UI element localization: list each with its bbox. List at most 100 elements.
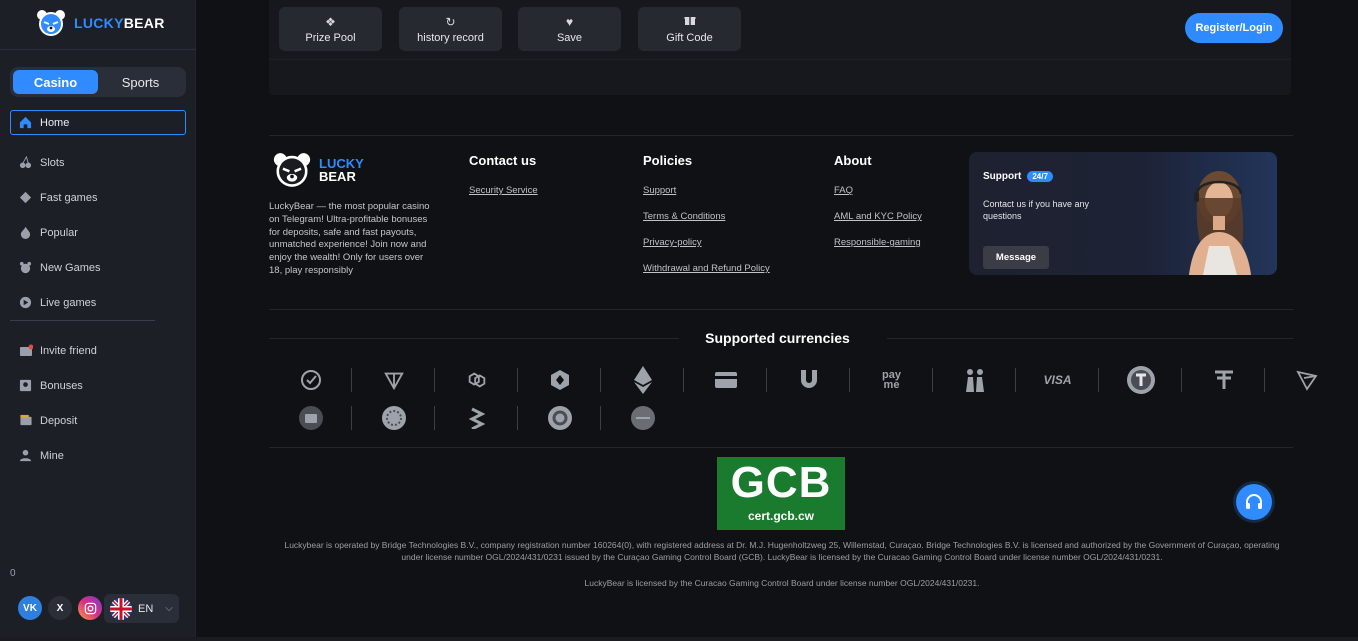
instagram-icon[interactable] — [78, 596, 102, 620]
divider — [0, 49, 196, 50]
support-agent-image — [1189, 171, 1251, 275]
tron-icon — [1265, 365, 1348, 395]
sidebar-item-label: Mine — [40, 449, 64, 462]
language-selector[interactable]: EN ⌵ — [104, 594, 179, 623]
divider — [269, 135, 1293, 136]
top-bar: ❖ Prize Pool ↻ history record ♥ Save Gif… — [269, 0, 1291, 95]
footer-contact-column: Contact us Security Service — [469, 153, 538, 211]
ton-icon — [352, 365, 435, 395]
flower-coin-icon — [352, 403, 435, 433]
invite-icon — [18, 343, 33, 358]
aml-kyc-link[interactable]: AML and KYC Policy — [834, 211, 922, 222]
status-badge: 24/7 — [1027, 171, 1053, 182]
save-button[interactable]: ♥ Save — [518, 7, 621, 51]
column-title: Contact us — [469, 153, 537, 168]
card-icon — [684, 365, 767, 395]
vk-icon[interactable]: VK — [18, 596, 42, 620]
security-service-link[interactable]: Security Service — [469, 185, 538, 196]
tab-sports[interactable]: Sports — [98, 70, 183, 94]
footer-brand-name: LUCKY BEAR — [319, 156, 364, 184]
sidebar-item-label: Fast games — [40, 191, 98, 204]
cherries-icon — [18, 155, 33, 170]
bear-logo-icon — [37, 10, 65, 36]
bt-icon — [435, 403, 518, 433]
sidebar-item-label: Invite friend — [40, 344, 97, 357]
tab-casino[interactable]: Casino — [13, 70, 98, 94]
gift-code-button[interactable]: Gift Code — [638, 7, 741, 51]
column-title: Policies — [643, 153, 693, 168]
gcb-certificate-badge[interactable]: GCB cert.gcb.cw — [717, 457, 845, 530]
sidebar-item-label: Bonuses — [40, 379, 83, 392]
new-games-icon — [18, 260, 33, 275]
headset-icon — [1246, 494, 1262, 509]
sidebar-item-live-games[interactable]: Live games — [10, 285, 186, 320]
support-link[interactable]: Support — [643, 185, 770, 196]
gift-icon — [684, 14, 696, 29]
uzcard-icon — [601, 403, 684, 433]
main-nav: Home Slots Fast games Popular New Games … — [10, 110, 186, 320]
register-login-button[interactable]: Register/Login — [1185, 13, 1283, 43]
sidebar-item-label: Home — [40, 116, 70, 129]
history-record-button[interactable]: ↻ history record — [399, 7, 502, 51]
currency-row — [269, 403, 684, 433]
home-icon — [18, 115, 33, 130]
button-label: history record — [417, 31, 484, 44]
fire-icon — [18, 225, 33, 240]
gcb-title: GCB — [730, 458, 832, 507]
chevron-down-icon: ⌵ — [165, 603, 173, 614]
button-label: Gift Code — [666, 32, 713, 44]
sidebar-item-new-games[interactable]: New Games — [10, 250, 186, 285]
responsible-gaming-link[interactable]: Responsible-gaming — [834, 237, 922, 248]
currency-row: pay me VISA — [269, 365, 1348, 395]
main-content: ❖ Prize Pool ↻ history record ♥ Save Gif… — [197, 0, 1358, 641]
sidebar-item-bonuses[interactable]: Bonuses — [10, 368, 186, 403]
privacy-link[interactable]: Privacy-policy — [643, 237, 770, 248]
t-coin-icon — [1099, 365, 1182, 395]
x-icon[interactable]: X — [48, 596, 72, 620]
chat-support-button[interactable] — [1236, 484, 1272, 520]
ring-coin-icon — [518, 403, 601, 433]
uk-flag-icon — [110, 597, 132, 620]
sidebar-item-home[interactable]: Home — [10, 110, 186, 135]
polygon-icon — [435, 365, 518, 395]
wallet-icon — [18, 413, 33, 428]
withdrawal-link[interactable]: Withdrawal and Refund Policy — [643, 263, 770, 274]
logo[interactable]: LUCKYBEAR — [34, 8, 165, 38]
sidebar-item-mine[interactable]: Mine — [10, 438, 186, 473]
user-icon — [18, 448, 33, 463]
footer-description: LuckyBear — the most popular casino on T… — [269, 201, 430, 276]
sidebar-item-popular[interactable]: Popular — [10, 215, 186, 250]
diamond-icon — [18, 190, 33, 205]
sidebar-item-label: Deposit — [40, 414, 78, 427]
uzum-icon — [767, 365, 850, 395]
footer-logo[interactable]: LUCKY BEAR — [270, 150, 364, 190]
sidebar-item-label: Popular — [40, 226, 78, 239]
supported-currencies-title: Supported currencies — [705, 330, 850, 346]
message-button[interactable]: Message — [983, 246, 1049, 269]
counter-text: 0 — [10, 568, 16, 579]
wallet-coin-icon — [269, 403, 352, 433]
pair-icon — [933, 365, 1016, 395]
social-links: VK X — [18, 596, 102, 620]
sidebar-item-label: New Games — [40, 261, 101, 274]
terms-link[interactable]: Terms & Conditions — [643, 211, 770, 222]
secondary-nav: Invite friend Bonuses Deposit Mine — [10, 333, 186, 473]
sidebar-item-deposit[interactable]: Deposit — [10, 403, 186, 438]
bonus-icon — [18, 378, 33, 393]
faq-link[interactable]: FAQ — [834, 185, 922, 196]
prize-pool-icon: ❖ — [325, 14, 336, 29]
sidebar-item-slots[interactable]: Slots — [10, 145, 186, 180]
tether-icon — [1182, 365, 1265, 395]
sidebar-item-fast-games[interactable]: Fast games — [10, 180, 186, 215]
language-label: EN — [138, 602, 154, 615]
bear-logo-icon — [273, 153, 311, 187]
prize-pool-button[interactable]: ❖ Prize Pool — [279, 7, 382, 51]
sidebar-item-invite-friend[interactable]: Invite friend — [10, 333, 186, 368]
heart-icon: ♥ — [565, 14, 574, 29]
bottom-bar — [0, 637, 1358, 641]
divider — [269, 59, 1291, 60]
bnb-icon — [518, 365, 601, 395]
check-coin-icon — [269, 365, 352, 395]
support-subtitle: Contact us if you have any questions — [983, 199, 1090, 221]
divider — [269, 309, 1293, 310]
